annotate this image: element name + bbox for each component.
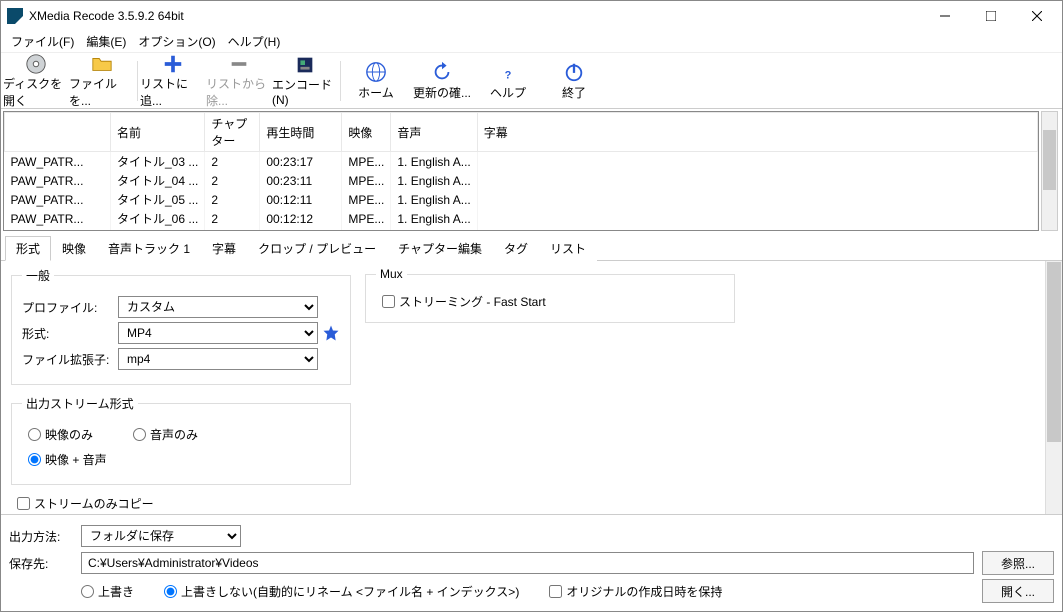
titlebar: XMedia Recode 3.5.9.2 64bit bbox=[1, 1, 1062, 31]
col-name[interactable]: 名前 bbox=[111, 113, 205, 152]
tb-open-file[interactable]: ファイルを... bbox=[69, 55, 135, 107]
col-video[interactable]: 映像 bbox=[342, 113, 391, 152]
menu-options[interactable]: オプション(O) bbox=[132, 31, 221, 52]
minus-icon bbox=[227, 53, 251, 75]
plus-icon bbox=[161, 53, 185, 75]
help-icon: ? bbox=[496, 60, 520, 84]
btn-browse[interactable]: 参照... bbox=[982, 551, 1054, 575]
list-scrollbar[interactable] bbox=[1041, 111, 1058, 231]
btn-open[interactable]: 開く... bbox=[982, 579, 1054, 603]
tabs: 形式 映像 音声トラック 1 字幕 クロップ / プレビュー チャプター編集 タ… bbox=[1, 235, 1062, 261]
radio-video-audio[interactable]: 映像 + 音声 bbox=[28, 451, 107, 468]
tb-open-disc[interactable]: ディスクを開く bbox=[3, 55, 69, 107]
minimize-button[interactable] bbox=[922, 1, 968, 31]
power-icon bbox=[562, 60, 586, 84]
tab-video[interactable]: 映像 bbox=[51, 236, 97, 261]
menu-edit[interactable]: 編集(E) bbox=[80, 31, 132, 52]
toolbar: ディスクを開く ファイルを... リストに追... リストから除... エンコー… bbox=[1, 53, 1062, 109]
label-profile: プロファイル: bbox=[22, 299, 118, 316]
menu-help[interactable]: ヘルプ(H) bbox=[222, 31, 287, 52]
tb-exit[interactable]: 終了 bbox=[541, 55, 607, 107]
globe-icon bbox=[364, 60, 388, 84]
label-format: 形式: bbox=[22, 325, 118, 342]
radio-rename[interactable]: 上書きしない(自動的にリネーム <ファイル名 + インデックス>) bbox=[164, 583, 519, 600]
close-button[interactable] bbox=[1014, 1, 1060, 31]
tab-tag[interactable]: タグ bbox=[493, 236, 539, 261]
tb-home[interactable]: ホーム bbox=[343, 55, 409, 107]
format-panel: 一般 プロファイル:カスタム 形式:MP4 ファイル拡張子:mp4 出力ストリー… bbox=[1, 261, 1062, 514]
window-title: XMedia Recode 3.5.9.2 64bit bbox=[29, 9, 922, 23]
file-list: 名前 チャプター 再生時間 映像 音声 字幕 PAW_PATR...タイトル_0… bbox=[1, 109, 1062, 233]
tab-format[interactable]: 形式 bbox=[5, 236, 51, 261]
fs-stream: 出力ストリーム形式 映像のみ 音声のみ 映像 + 音声 bbox=[11, 395, 351, 485]
col-audio[interactable]: 音声 bbox=[391, 113, 477, 152]
col-chapter[interactable]: チャプター bbox=[205, 113, 260, 152]
cb-streaming[interactable]: ストリーミング - Fast Start bbox=[382, 295, 546, 309]
tb-update[interactable]: 更新の確... bbox=[409, 55, 475, 107]
fs-mux: Mux ストリーミング - Fast Start bbox=[365, 267, 735, 323]
tb-encode[interactable]: エンコード(N) bbox=[272, 55, 338, 107]
radio-overwrite[interactable]: 上書き bbox=[81, 583, 134, 600]
favorite-icon[interactable] bbox=[322, 324, 340, 342]
encode-icon bbox=[293, 54, 317, 76]
folder-icon bbox=[90, 53, 114, 75]
input-dest[interactable] bbox=[81, 552, 974, 574]
combo-format[interactable]: MP4 bbox=[118, 322, 318, 344]
col-duration[interactable]: 再生時間 bbox=[260, 113, 342, 152]
label-ext: ファイル拡張子: bbox=[22, 351, 118, 368]
cb-keepdate[interactable]: オリジナルの作成日時を保持 bbox=[549, 583, 722, 600]
radio-video-only[interactable]: 映像のみ bbox=[28, 426, 93, 443]
label-out-method: 出力方法: bbox=[9, 528, 73, 545]
table-row[interactable]: PAW_PATR...タイトル_04 ...200:23:11MPE...1. … bbox=[5, 171, 1038, 190]
menu-file[interactable]: ファイル(F) bbox=[5, 31, 80, 52]
maximize-button[interactable] bbox=[968, 1, 1014, 31]
combo-profile[interactable]: カスタム bbox=[118, 296, 318, 318]
table-row[interactable]: PAW_PATR...タイトル_05 ...200:12:11MPE...1. … bbox=[5, 190, 1038, 209]
fs-general: 一般 プロファイル:カスタム 形式:MP4 ファイル拡張子:mp4 bbox=[11, 267, 351, 385]
tab-list[interactable]: リスト bbox=[539, 236, 597, 261]
table-row[interactable]: PAW_PATR...タイトル_07 ...200:12:11MPE...1. … bbox=[5, 228, 1038, 231]
disc-icon bbox=[24, 53, 48, 75]
combo-out-method[interactable]: フォルダに保存 bbox=[81, 525, 241, 547]
app-logo bbox=[7, 8, 23, 24]
col-file[interactable] bbox=[5, 113, 111, 152]
col-sub[interactable]: 字幕 bbox=[477, 113, 1037, 152]
cb-stream-copy[interactable]: ストリームのみコピー bbox=[17, 497, 154, 511]
tb-add-list[interactable]: リストに追... bbox=[140, 55, 206, 107]
menubar: ファイル(F) 編集(E) オプション(O) ヘルプ(H) bbox=[1, 31, 1062, 53]
radio-audio-only[interactable]: 音声のみ bbox=[133, 426, 198, 443]
tab-audio[interactable]: 音声トラック 1 bbox=[97, 236, 201, 261]
table-row[interactable]: PAW_PATR...タイトル_06 ...200:12:12MPE...1. … bbox=[5, 209, 1038, 228]
tab-chapter[interactable]: チャプター編集 bbox=[387, 236, 493, 261]
tb-remove-list[interactable]: リストから除... bbox=[206, 55, 272, 107]
tab-subs[interactable]: 字幕 bbox=[201, 236, 247, 261]
output-area: 出力方法: フォルダに保存 保存先: 参照... 上書き 上書きしない(自動的に… bbox=[1, 514, 1062, 611]
panel-scrollbar[interactable] bbox=[1045, 261, 1062, 514]
table-row[interactable]: PAW_PATR...タイトル_03 ...200:23:17MPE...1. … bbox=[5, 152, 1038, 172]
svg-text:?: ? bbox=[505, 69, 512, 81]
label-dest: 保存先: bbox=[9, 555, 73, 572]
tab-crop[interactable]: クロップ / プレビュー bbox=[247, 236, 387, 261]
tb-help[interactable]: ?ヘルプ bbox=[475, 55, 541, 107]
combo-ext[interactable]: mp4 bbox=[118, 348, 318, 370]
refresh-icon bbox=[430, 60, 454, 84]
